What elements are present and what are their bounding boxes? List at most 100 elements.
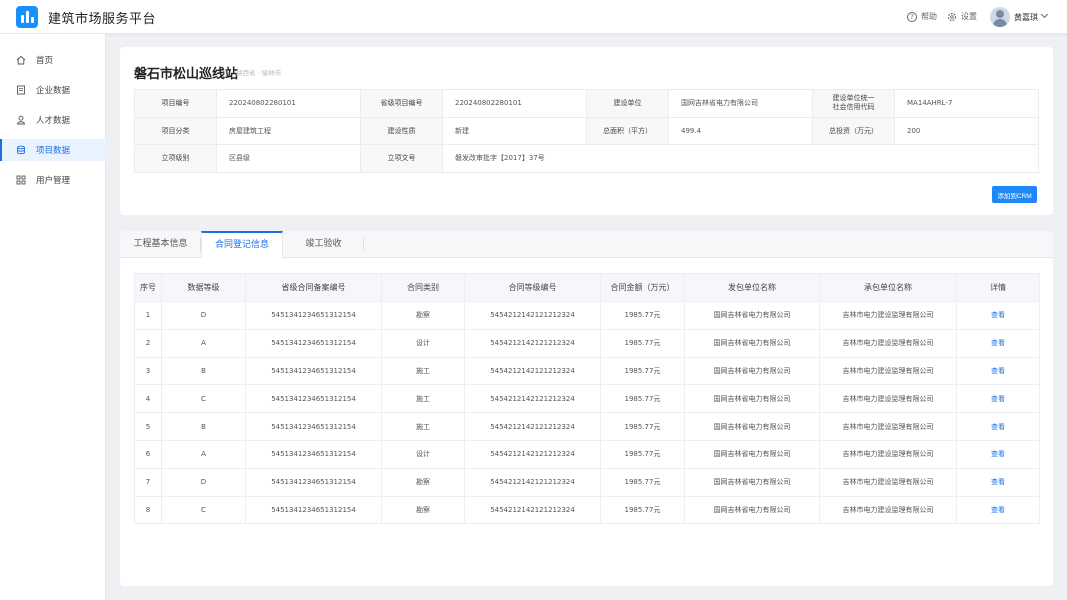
table-cell: 吉林市电力建设监理有限公司 xyxy=(819,467,957,497)
table-cell: 1985.77元 xyxy=(600,439,685,469)
table-cell: 5451341234651312154 xyxy=(245,467,382,497)
column-header: 数据等级 xyxy=(161,273,246,302)
help-icon: ? xyxy=(907,11,917,22)
info-label: 总投资（万元） xyxy=(812,116,895,145)
table-cell: 吉林市电力建设监理有限公司 xyxy=(819,356,957,386)
avatar[interactable] xyxy=(990,7,1010,27)
table-cell: 5454212142121212324 xyxy=(464,439,601,469)
view-detail-link[interactable]: 查看 xyxy=(956,495,1040,525)
sidebar-item-label: 用户管理 xyxy=(36,176,71,186)
table-cell: 勘察 xyxy=(381,495,465,525)
table-row: 7 D 5451341234651312154 勘察 54542121421212123… xyxy=(134,467,1040,497)
table-cell: 1985.77元 xyxy=(600,356,685,386)
table-row: 8 C 5451341234651312154 勘察 54542121421212123… xyxy=(134,495,1040,525)
settings-label: 设置 xyxy=(961,12,977,21)
tab-basic-info[interactable]: 工程基本信息 xyxy=(120,231,201,258)
table-cell: 吉林市电力建设监理有限公司 xyxy=(819,495,957,525)
table-cell: 国网吉林省电力有限公司 xyxy=(684,356,820,386)
view-detail-link[interactable]: 查看 xyxy=(956,328,1040,358)
info-value: 499.4 xyxy=(668,116,813,145)
gear-icon xyxy=(948,12,956,21)
info-value: 新建 xyxy=(442,116,587,145)
table-row: 3 B 5451341234651312154 施工 54542121421212123… xyxy=(134,356,1040,386)
view-detail-link[interactable]: 查看 xyxy=(956,301,1040,330)
grid-icon xyxy=(16,175,26,185)
info-label: 项目分类 xyxy=(134,116,217,145)
tab-contract-info[interactable]: 合同登记信息 xyxy=(201,231,283,258)
view-detail-link[interactable]: 查看 xyxy=(956,412,1040,441)
settings-button[interactable]: 设置 xyxy=(947,11,977,22)
table-cell: 勘察 xyxy=(381,467,465,497)
table-cell: 国网吉林省电力有限公司 xyxy=(684,495,820,525)
chevron-down-icon[interactable] xyxy=(1040,10,1049,19)
table-cell: 5454212142121212324 xyxy=(464,384,601,414)
table-cell: 1985.77元 xyxy=(600,412,685,441)
table-cell: 国网吉林省电力有限公司 xyxy=(684,384,820,414)
help-button[interactable]: ? 帮助 xyxy=(907,11,937,22)
table-cell: 国网吉林省电力有限公司 xyxy=(684,328,820,358)
column-header: 合同类别 xyxy=(381,273,465,302)
info-label: 立项文号 xyxy=(360,144,443,173)
project-location: 陕西省 · 榆林市 xyxy=(236,69,282,77)
sidebar-item-label: 企业数据 xyxy=(36,86,71,96)
table-cell: 1 xyxy=(134,301,162,330)
info-label: 建设性质 xyxy=(360,116,443,145)
column-header: 合同金额（万元） xyxy=(600,273,685,302)
app-logo[interactable] xyxy=(16,6,38,28)
table-cell: D xyxy=(161,301,246,330)
table-cell: 5451341234651312154 xyxy=(245,328,382,358)
info-label: 立项级别 xyxy=(134,144,217,173)
table-cell: 设计 xyxy=(381,439,465,469)
view-detail-link[interactable]: 查看 xyxy=(956,467,1040,497)
view-detail-link[interactable]: 查看 xyxy=(956,439,1040,469)
table-cell: B xyxy=(161,356,246,386)
sidebar-item-home[interactable]: 首页 xyxy=(0,49,106,71)
table-row: 1 D 5451341234651312154 勘察 54542121421212123… xyxy=(134,301,1040,330)
sidebar-item-users[interactable]: 用户管理 xyxy=(0,169,106,191)
sidebar-item-project[interactable]: 项目数据 xyxy=(0,139,106,161)
table-cell: 施工 xyxy=(381,384,465,414)
sidebar-item-enterprise[interactable]: 企业数据 xyxy=(0,79,106,101)
table-cell: 国网吉林省电力有限公司 xyxy=(684,439,820,469)
table-cell: B xyxy=(161,412,246,441)
table-cell: 4 xyxy=(134,384,162,414)
table-row: 2 A 5451341234651312154 设计 54542121421212123… xyxy=(134,328,1040,358)
table-row: 4 C 5451341234651312154 施工 54542121421212123… xyxy=(134,384,1040,414)
table-cell: 吉林市电力建设监理有限公司 xyxy=(819,301,957,330)
column-header: 发包单位名称 xyxy=(684,273,820,302)
document-icon xyxy=(17,85,25,95)
database-icon xyxy=(17,145,25,155)
info-value: 220240802280101 xyxy=(442,89,587,118)
view-detail-link[interactable]: 查看 xyxy=(956,356,1040,386)
column-header: 省级合同备案编号 xyxy=(245,273,382,302)
table-cell: 5451341234651312154 xyxy=(245,412,382,441)
info-value: 磐发改审批字【2017】37号 xyxy=(442,144,1039,173)
info-row: 项目分类 房屋建筑工程 建设性质 新建 总面积（平方） 499.4 总投资（万元… xyxy=(134,116,1039,145)
add-to-crm-button[interactable]: 添加到CRM xyxy=(992,186,1037,203)
table-cell: 5454212142121212324 xyxy=(464,328,601,358)
table-cell: 2 xyxy=(134,328,162,358)
column-header: 序号 xyxy=(134,273,162,302)
info-value: 200 xyxy=(894,116,1039,145)
project-title: 磐石市松山巡线站 xyxy=(134,67,239,82)
table-cell: 5451341234651312154 xyxy=(245,301,382,330)
table-cell: D xyxy=(161,467,246,497)
tab-bar: 工程基本信息 合同登记信息 竣工验收 xyxy=(120,231,1053,258)
info-value: 220240802280101 xyxy=(216,89,361,118)
tab-completion[interactable]: 竣工验收 xyxy=(283,231,364,258)
sidebar-item-label: 项目数据 xyxy=(36,146,71,156)
table-cell: 吉林市电力建设监理有限公司 xyxy=(819,439,957,469)
table-cell: 吉林市电力建设监理有限公司 xyxy=(819,328,957,358)
view-detail-link[interactable]: 查看 xyxy=(956,384,1040,414)
user-name[interactable]: 黄嘉琪 xyxy=(1014,12,1038,23)
table-cell: 设计 xyxy=(381,328,465,358)
table-cell: 5451341234651312154 xyxy=(245,384,382,414)
project-info-card: 磐石市松山巡线站 陕西省 · 榆林市 项目编号 220240802280101 … xyxy=(120,47,1053,215)
table-cell: A xyxy=(161,439,246,469)
table-cell: 5451341234651312154 xyxy=(245,439,382,469)
info-row: 项目编号 220240802280101 省级项目编号 220240802280… xyxy=(134,89,1039,118)
table-cell: 1985.77元 xyxy=(600,467,685,497)
table-cell: 8 xyxy=(134,495,162,525)
sidebar-item-talent[interactable]: 人才数据 xyxy=(0,109,106,131)
column-header: 详情 xyxy=(956,273,1040,302)
